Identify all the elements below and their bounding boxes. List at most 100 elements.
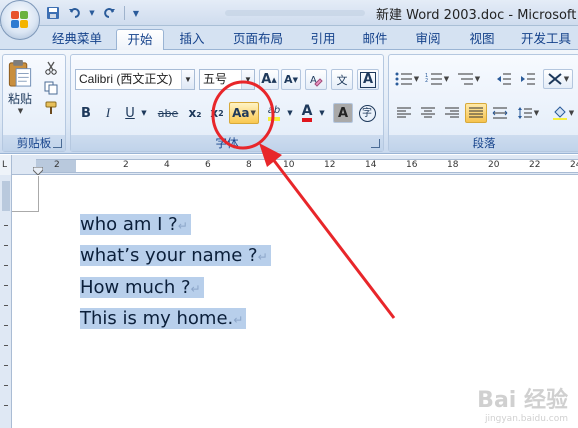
ruler-number: 12 <box>324 160 336 170</box>
margin-corner-mark <box>38 176 39 212</box>
numbering-button[interactable]: 12 ▼ <box>423 69 451 89</box>
font-name-dropdown-icon[interactable]: ▼ <box>181 70 194 89</box>
redo-icon[interactable] <box>100 4 118 22</box>
horizontal-ruler[interactable]: L 2 2 4 6 8 10 12 14 16 18 20 22 24 <box>0 155 578 175</box>
document-line[interactable]: what’s your name ?↵ <box>80 242 271 270</box>
multilevel-list-icon <box>457 73 473 85</box>
font-color-button[interactable]: A <box>297 103 317 123</box>
font-size-combo[interactable]: 五号 ▼ <box>199 69 255 90</box>
font-launcher-icon[interactable] <box>371 139 380 148</box>
customize-qat-icon[interactable]: ▼ <box>131 4 141 22</box>
chinese-layout-icon <box>548 73 562 85</box>
char-border-button[interactable]: A <box>357 69 379 90</box>
window-title: 新建 Word 2003.doc - Microsoft W <box>376 8 578 23</box>
chinese-layout-button[interactable]: ▼ <box>543 69 573 89</box>
save-icon[interactable] <box>44 4 62 22</box>
font-color-dropdown-icon[interactable]: ▼ <box>317 103 327 123</box>
indent-marker-icon[interactable] <box>33 167 43 175</box>
tab-page-layout[interactable]: 页面布局 <box>224 29 292 50</box>
bold-button[interactable]: B <box>77 103 95 123</box>
selected-text[interactable]: what’s your name ?↵ <box>80 245 271 266</box>
document-line[interactable]: This is my home.↵ <box>80 305 247 333</box>
cut-icon[interactable] <box>41 59 61 77</box>
subscript-button[interactable]: x₂ <box>185 103 205 123</box>
phonetic-guide-button[interactable]: 文 <box>331 69 353 90</box>
ruler-number: 14 <box>365 160 377 170</box>
line-spacing-icon <box>517 107 532 119</box>
character-shading-button[interactable]: A <box>333 103 353 123</box>
superscript-button[interactable]: x2 <box>207 103 227 123</box>
ruler-number: 6 <box>205 160 211 170</box>
paragraph-group: ▼ 12 ▼ ▼ ▼ ▼ ▼ 段落 <box>388 54 578 152</box>
blurred-area <box>225 10 365 16</box>
change-case-button[interactable]: Aa ▼ <box>229 102 259 124</box>
increase-indent-icon[interactable] <box>517 69 539 89</box>
underline-button[interactable]: U <box>121 103 139 123</box>
ruler-number: 2 <box>123 160 129 170</box>
tab-classic-menu[interactable]: 经典菜单 <box>46 29 108 50</box>
clipboard-launcher-icon[interactable] <box>53 139 62 148</box>
tab-home[interactable]: 开始 <box>116 29 164 50</box>
align-right-icon[interactable] <box>441 103 463 123</box>
numbering-icon: 12 <box>425 73 442 85</box>
tab-developer[interactable]: 开发工具 <box>514 29 578 50</box>
enclose-characters-button[interactable]: 字 <box>357 103 377 123</box>
shrink-font-label: A <box>284 73 293 86</box>
line-spacing-button[interactable]: ▼ <box>513 103 543 123</box>
copy-icon[interactable] <box>41 79 61 97</box>
paste-button[interactable]: 粘贴 ▼ <box>5 59 35 115</box>
font-size-dropdown-icon[interactable]: ▼ <box>241 70 254 89</box>
underline-dropdown-icon[interactable]: ▼ <box>139 103 149 123</box>
phonetic-guide-label: 文 <box>336 73 348 87</box>
undo-icon[interactable] <box>66 4 84 22</box>
format-painter-icon[interactable] <box>41 99 61 117</box>
selected-text[interactable]: who am I ?↵ <box>80 214 191 235</box>
svg-text:2: 2 <box>425 78 428 84</box>
change-case-label: Aa <box>232 106 250 120</box>
selected-text[interactable]: How much ?↵ <box>80 277 204 298</box>
clear-format-icon: A <box>310 75 323 87</box>
office-button[interactable] <box>0 0 40 40</box>
align-left-icon[interactable] <box>393 103 415 123</box>
shrink-font-button[interactable]: A ▼ <box>281 69 301 90</box>
font-group-label: 字体 <box>71 135 383 151</box>
clear-format-button[interactable]: A <box>305 69 327 90</box>
ruler-number: 16 <box>406 160 418 170</box>
font-name-combo[interactable]: Calibri (西文正文) ▼ <box>75 69 195 90</box>
document-line[interactable]: How much ?↵ <box>80 274 204 302</box>
tab-insert[interactable]: 插入 <box>170 29 214 50</box>
paragraph-mark: ↵ <box>257 250 268 264</box>
highlight-label: ab <box>267 105 281 121</box>
multilevel-list-button[interactable]: ▼ <box>453 69 483 89</box>
selected-text[interactable]: This is my home.↵ <box>80 308 247 329</box>
distributed-icon[interactable] <box>489 103 511 123</box>
highlight-button[interactable]: ab <box>263 103 285 123</box>
paste-icon <box>8 59 32 87</box>
grow-font-label: A <box>261 72 272 87</box>
char-border-label: A <box>359 71 377 88</box>
align-center-icon[interactable] <box>417 103 439 123</box>
strikethrough-button[interactable]: abe <box>155 103 181 123</box>
ribbon: 粘贴 ▼ 剪贴板 Calibri (西文正文) ▼ 五号 ▼ A ▲ A ▼ A… <box>0 50 578 154</box>
bullets-icon <box>395 72 412 86</box>
paste-label: 粘贴 <box>7 92 32 106</box>
tab-mailings[interactable]: 邮件 <box>354 29 396 50</box>
tab-review[interactable]: 审阅 <box>406 29 450 50</box>
font-name-value: Calibri (西文正文) <box>79 72 173 86</box>
tab-view[interactable]: 视图 <box>460 29 504 50</box>
justify-icon[interactable] <box>465 103 487 123</box>
paragraph-mark: ↵ <box>233 313 244 327</box>
italic-button[interactable]: I <box>99 103 117 123</box>
tab-selector[interactable]: L <box>0 155 12 175</box>
watermark-logo: Bai 经验 jingyan.baidu.com <box>477 388 568 424</box>
highlight-dropdown-icon[interactable]: ▼ <box>285 103 295 123</box>
tab-references[interactable]: 引用 <box>302 29 344 50</box>
undo-dropdown-icon[interactable]: ▼ <box>88 4 96 22</box>
decrease-indent-icon[interactable] <box>493 69 515 89</box>
shading-button[interactable]: ▼ <box>549 103 577 123</box>
vertical-ruler[interactable] <box>0 175 12 428</box>
document-line[interactable]: who am I ?↵ <box>80 211 191 239</box>
grow-font-button[interactable]: A ▲ <box>259 69 279 90</box>
font-size-value: 五号 <box>203 72 228 86</box>
bullets-button[interactable]: ▼ <box>393 69 421 89</box>
